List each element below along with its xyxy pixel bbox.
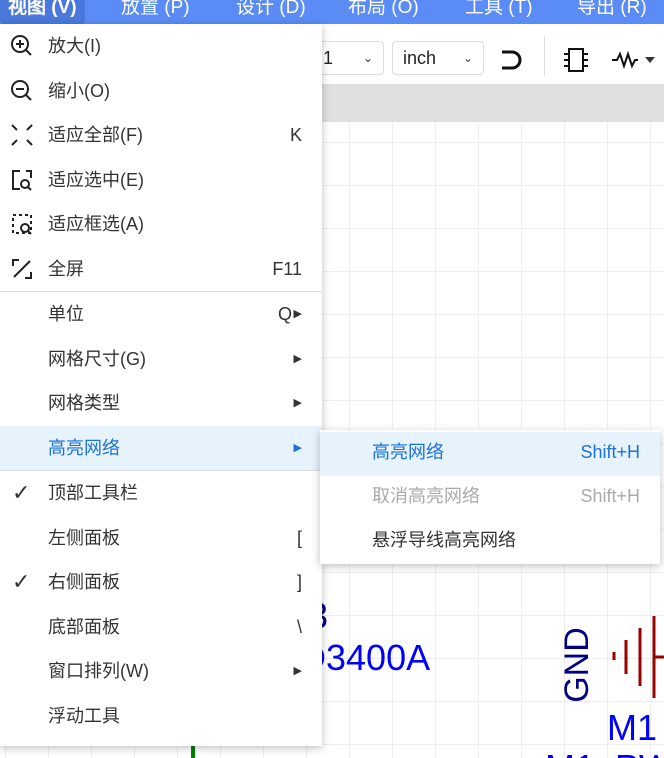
- toolbar-divider: [544, 36, 545, 76]
- menu-item[interactable]: 网格类型 ▶: [0, 381, 322, 425]
- menu-item-label: 顶部工具栏: [48, 483, 138, 503]
- menu-item-shortcut: F11: [272, 258, 302, 279]
- submenu-item: 取消高亮网络 Shift+H: [320, 476, 660, 520]
- chevron-down-icon: ⌄: [362, 51, 373, 65]
- menu-item-shortcut: [: [296, 527, 302, 548]
- menu-place[interactable]: 放置 (P): [113, 0, 198, 24]
- menu-item[interactable]: 单位 Q ▶: [0, 292, 322, 336]
- menu-item-label: 浮动工具: [48, 705, 120, 726]
- submenu-item-label: 悬浮导线高亮网络: [372, 530, 516, 550]
- menu-item[interactable]: 左侧面板 [: [0, 516, 322, 560]
- zoom-in-icon: [11, 35, 32, 56]
- menu-item[interactable]: 放大(I): [0, 24, 322, 68]
- menu-item-label: 窗口排列(W): [48, 661, 149, 681]
- view-menu: 放大(I) 缩小(O) 适应全部(F) K 适应选中(E) 适应框选(A) 全屏 F11 单位 Q…: [0, 24, 322, 746]
- magnet-icon[interactable]: [498, 48, 526, 72]
- menu-item-label: 适应全部(F): [48, 125, 143, 145]
- check-icon: ✓: [12, 480, 31, 505]
- ground-symbol: [612, 616, 664, 698]
- menu-item[interactable]: 网格尺寸(G) ▶: [0, 337, 322, 381]
- submenu-item-shortcut: Shift+H: [580, 486, 640, 506]
- menu-item[interactable]: 适应选中(E): [0, 158, 322, 202]
- menu-item[interactable]: 适应全部(F) K: [0, 113, 322, 157]
- menu-item-label: 高亮网络: [48, 437, 120, 458]
- resistor-dropdown-icon[interactable]: [612, 50, 664, 70]
- menu-item-label: 右侧面板: [48, 572, 120, 592]
- submenu-arrow-icon: ▶: [293, 397, 302, 409]
- submenu-item[interactable]: 高亮网络 Shift+H: [320, 432, 660, 476]
- part-ref-text: M1: [607, 707, 658, 748]
- menu-item-label: 单位: [48, 304, 84, 324]
- unit-value: inch: [403, 48, 437, 68]
- submenu-arrow-icon: ▶: [293, 665, 302, 677]
- menu-item[interactable]: 浮动工具: [0, 694, 322, 738]
- highlight-net-submenu: 高亮网络 Shift+H 取消高亮网络 Shift+H 悬浮导线高亮网络: [320, 430, 660, 564]
- menu-item[interactable]: 底部面板 \: [0, 605, 322, 649]
- menu-item-label: 网格尺寸(G): [48, 348, 146, 369]
- menu-item-label: 放大(I): [48, 36, 101, 56]
- menu-item-label: 底部面板: [48, 616, 120, 637]
- menu-item-label: 全屏: [48, 258, 84, 279]
- fit-box-icon: [12, 214, 32, 235]
- submenu-item-label: 取消高亮网络: [372, 486, 480, 506]
- menu-item[interactable]: ✓ 右侧面板]: [0, 560, 322, 604]
- menu-tools[interactable]: 工具 (T): [457, 0, 541, 24]
- menu-item[interactable]: 窗口排列(W) ▶: [0, 649, 322, 693]
- menu-item-shortcut: K: [289, 125, 302, 145]
- submenu-item[interactable]: 悬浮导线高亮网络: [320, 520, 660, 564]
- menu-item-label: 网格类型: [48, 393, 120, 413]
- gnd-net-label: GND: [558, 627, 596, 703]
- fit-selected-icon: [12, 169, 32, 191]
- submenu-item-label: 高亮网络: [372, 442, 444, 462]
- zoom-out-icon: [11, 79, 32, 101]
- menu-item[interactable]: 适应框选(A): [0, 202, 322, 246]
- submenu-item-shortcut: Shift+H: [580, 442, 640, 462]
- chevron-down-icon: ⌄: [462, 51, 473, 65]
- submenu-arrow-icon: ▶: [293, 308, 302, 320]
- menu-item-label: 适应选中(E): [48, 169, 144, 190]
- menu-item-shortcut: Q: [277, 304, 292, 324]
- menu-layout[interactable]: 布局 (O): [340, 0, 427, 24]
- menu-view[interactable]: 视图 (V): [0, 0, 85, 24]
- menu-item-shortcut: ]: [296, 572, 302, 592]
- menu-item[interactable]: 高亮网络 ▶: [0, 425, 322, 470]
- menu-design[interactable]: 设计 (D): [228, 0, 314, 24]
- submenu-arrow-icon: ▶: [293, 441, 302, 454]
- fit-all-icon: [11, 124, 33, 146]
- menu-export[interactable]: 导出 (R): [569, 0, 655, 24]
- fullscreen-icon: [12, 258, 32, 279]
- menu-bar: 视图 (V) 放置 (P) 设计 (D) 布局 (O) 工具 (T) 导出 (R…: [0, 0, 664, 24]
- chip-icon[interactable]: [562, 46, 590, 74]
- check-icon: ✓: [12, 569, 31, 594]
- menu-item-label: 适应框选(A): [48, 214, 144, 234]
- unit-select[interactable]: inch ⌄: [392, 41, 484, 75]
- menu-item[interactable]: ✓ 顶部工具栏: [0, 471, 322, 515]
- menu-item-label: 左侧面板: [48, 527, 120, 548]
- grid-size-select[interactable]: 1 ⌄: [312, 41, 384, 75]
- part-name-text: M1_PW: [545, 750, 664, 758]
- menu-item[interactable]: 全屏 F11: [0, 247, 322, 291]
- wire[interactable]: [191, 744, 195, 758]
- menu-item[interactable]: 缩小(O): [0, 69, 322, 113]
- menu-item-label: 缩小(O): [48, 80, 110, 101]
- submenu-arrow-icon: ▶: [293, 352, 302, 365]
- menu-item-shortcut: \: [296, 616, 302, 637]
- grid-size-value: 1: [323, 48, 334, 68]
